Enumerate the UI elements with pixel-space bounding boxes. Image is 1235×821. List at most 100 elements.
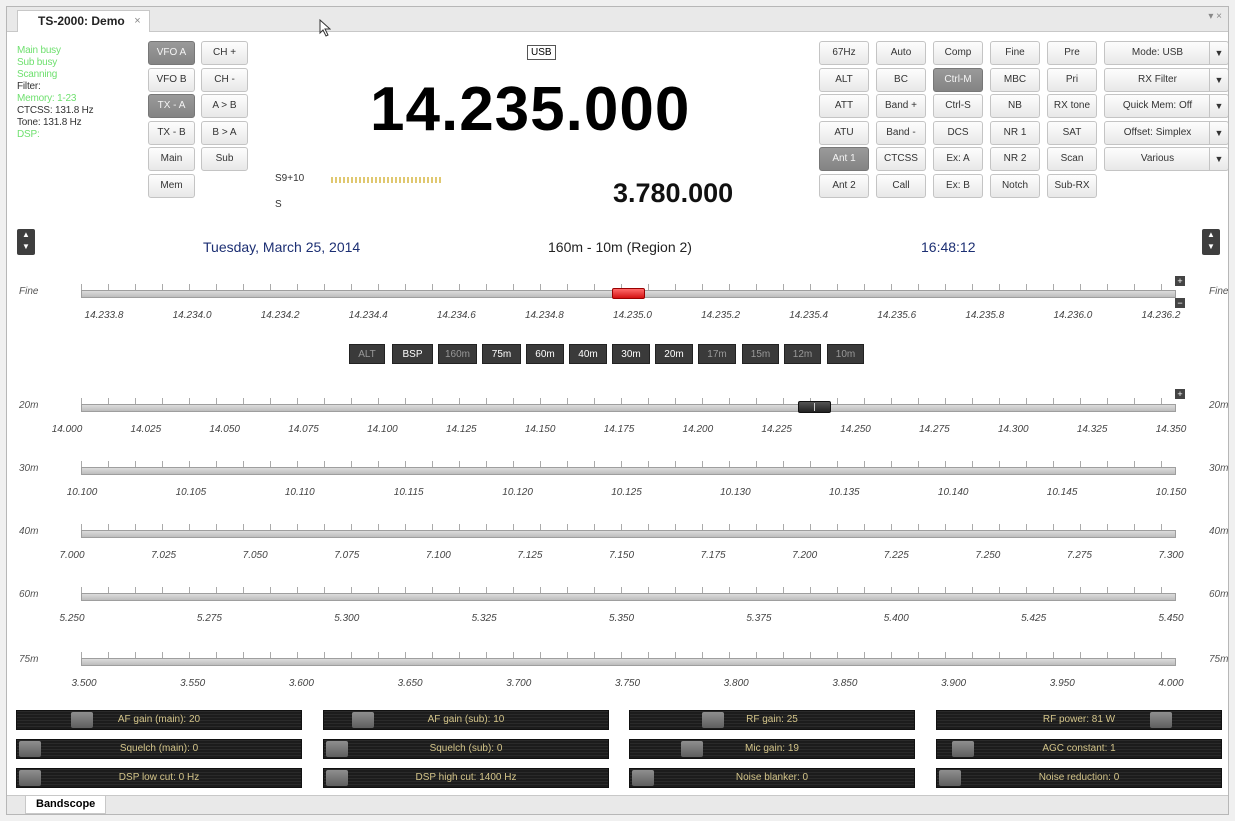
button-tx-b[interactable]: TX - B <box>148 120 195 145</box>
dropdown-quick-mem-off[interactable]: Quick Mem: Off ▼ <box>1104 94 1228 118</box>
dropdown-arrow-icon[interactable]: ▼ <box>1209 95 1228 117</box>
button-ex-b[interactable]: Ex: B <box>933 173 983 198</box>
band-button-60m[interactable]: 60m <box>526 344 564 364</box>
dropdown-mode-usb[interactable]: Mode: USB ▼ <box>1104 41 1228 65</box>
dropdown-arrow-icon[interactable]: ▼ <box>1209 148 1228 170</box>
button-ant-1[interactable]: Ant 1 <box>819 147 869 171</box>
button-pre[interactable]: Pre <box>1047 41 1097 65</box>
button-a-b[interactable]: A > B <box>201 94 248 118</box>
slider-dsp-high-cut[interactable]: DSP high cut: 1400 Hz <box>323 768 609 788</box>
band-button-alt[interactable]: ALT <box>349 344 385 364</box>
dropdown-arrow-icon[interactable]: ▼ <box>1209 121 1228 144</box>
band-button-20m[interactable]: 20m <box>655 344 693 364</box>
band-zoom-in-icon[interactable]: + <box>1175 389 1185 399</box>
fine-scale-tick-label: 14.235.6 <box>877 310 917 321</box>
zoom-out-icon[interactable]: − <box>1175 298 1185 308</box>
slider-dsp-low-cut[interactable]: DSP low cut: 0 Hz <box>16 768 302 788</box>
dropdown-arrow-icon[interactable]: ▼ <box>1209 68 1228 91</box>
button-vfo-a[interactable]: VFO A <box>148 41 195 65</box>
fine-scale-tick-label: 14.236.2 <box>1141 310 1181 321</box>
button-nr-1[interactable]: NR 1 <box>990 120 1040 145</box>
scroll-up-down-left-icon[interactable]: ▲ ▼ <box>17 229 35 255</box>
slider-noise-reduction[interactable]: Noise reduction: 0 <box>936 768 1222 788</box>
button-scan[interactable]: Scan <box>1047 147 1097 171</box>
slider-label: RF gain: 25 <box>746 714 798 725</box>
button-band[interactable]: Band - <box>876 120 926 145</box>
button-bc[interactable]: BC <box>876 67 926 92</box>
button-pri[interactable]: Pri <box>1047 67 1097 92</box>
button-67hz[interactable]: 67Hz <box>819 41 869 65</box>
band-30m-scale-track[interactable] <box>81 467 1176 475</box>
button-nb[interactable]: NB <box>990 94 1040 118</box>
button-b-a[interactable]: B > A <box>201 120 248 145</box>
button-call[interactable]: Call <box>876 173 926 198</box>
button-atu[interactable]: ATU <box>819 120 869 145</box>
button-alt[interactable]: ALT <box>819 67 869 92</box>
slider-af-gain-main[interactable]: AF gain (main): 20 <box>16 710 302 730</box>
smeter-value: S9+10 <box>275 173 305 184</box>
band-button-17m[interactable]: 17m <box>698 344 736 364</box>
tab-bandscope[interactable]: Bandscope <box>25 796 107 814</box>
band-button-12m[interactable]: 12m <box>784 344 821 364</box>
slider-mic-gain[interactable]: Mic gain: 19 <box>629 739 915 759</box>
button-ch[interactable]: CH - <box>201 67 248 92</box>
button-mem[interactable]: Mem <box>148 173 195 198</box>
band-20m-tuning-handle[interactable] <box>798 401 831 413</box>
dropdown-various[interactable]: Various ▼ <box>1104 147 1228 171</box>
slider-noise-blanker[interactable]: Noise blanker: 0 <box>629 768 915 788</box>
button-vfo-b[interactable]: VFO B <box>148 67 195 92</box>
button-sub[interactable]: Sub <box>201 147 248 171</box>
band-40m-scale-tick-label: 7.100 <box>425 550 451 561</box>
main-frequency-display[interactable]: 14.235.000 <box>370 75 690 145</box>
band-40m-scale-track[interactable] <box>81 530 1176 538</box>
button-dcs[interactable]: DCS <box>933 120 983 145</box>
button-ant-2[interactable]: Ant 2 <box>819 173 869 198</box>
button-sat[interactable]: SAT <box>1047 120 1097 145</box>
button-mbc[interactable]: MBC <box>990 67 1040 92</box>
window-controls[interactable]: ▾ × <box>1208 11 1222 22</box>
button-main[interactable]: Main <box>148 147 195 171</box>
band-20m-scale-track[interactable] <box>81 404 1176 412</box>
band-button-40m[interactable]: 40m <box>569 344 607 364</box>
dropdown-offset-simplex[interactable]: Offset: Simplex ▼ <box>1104 120 1228 145</box>
button-ctcss[interactable]: CTCSS <box>876 147 926 171</box>
button-band[interactable]: Band + <box>876 94 926 118</box>
sub-frequency-display[interactable]: 3.780.000 <box>613 177 733 209</box>
button-comp[interactable]: Comp <box>933 41 983 65</box>
slider-agc-constant[interactable]: AGC constant: 1 <box>936 739 1222 759</box>
slider-rf-gain[interactable]: RF gain: 25 <box>629 710 915 730</box>
fine-tuning-handle[interactable] <box>612 288 645 299</box>
band-75m-scale-track[interactable] <box>81 658 1176 666</box>
button-auto[interactable]: Auto <box>876 41 926 65</box>
band-button-30m[interactable]: 30m <box>612 344 650 364</box>
button-sub-rx[interactable]: Sub-RX <box>1047 173 1097 198</box>
zoom-in-icon[interactable]: + <box>1175 276 1185 286</box>
button-tx-a[interactable]: TX - A <box>148 94 195 118</box>
band-button-75m[interactable]: 75m <box>482 344 521 364</box>
button-att[interactable]: ATT <box>819 94 869 118</box>
button-ctrl-s[interactable]: Ctrl-S <box>933 94 983 118</box>
button-ch[interactable]: CH + <box>201 41 248 65</box>
button-fine[interactable]: Fine <box>990 41 1040 65</box>
slider-squelch-main[interactable]: Squelch (main): 0 <box>16 739 302 759</box>
band-20m-scale-tick-label: 14.150 <box>524 424 556 435</box>
slider-rf-power[interactable]: RF power: 81 W <box>936 710 1222 730</box>
document-tab[interactable]: TS-2000: Demo × <box>17 10 150 32</box>
band-button-10m[interactable]: 10m <box>827 344 864 364</box>
button-rx-tone[interactable]: RX tone <box>1047 94 1097 118</box>
scroll-up-down-right-icon[interactable]: ▲ ▼ <box>1202 229 1220 255</box>
slider-af-gain-sub[interactable]: AF gain (sub): 10 <box>323 710 609 730</box>
dropdown-rx-filter[interactable]: RX Filter ▼ <box>1104 67 1228 92</box>
button-notch[interactable]: Notch <box>990 173 1040 198</box>
dropdown-arrow-icon[interactable]: ▼ <box>1209 42 1228 64</box>
band-40m-scale-tick-label: 7.225 <box>883 550 909 561</box>
button-ctrl-m[interactable]: Ctrl-M <box>933 67 983 92</box>
band-button-160m[interactable]: 160m <box>438 344 477 364</box>
band-button-15m[interactable]: 15m <box>742 344 779 364</box>
band-button-bsp[interactable]: BSP <box>392 344 433 364</box>
slider-squelch-sub[interactable]: Squelch (sub): 0 <box>323 739 609 759</box>
button-nr-2[interactable]: NR 2 <box>990 147 1040 171</box>
button-ex-a[interactable]: Ex: A <box>933 147 983 171</box>
close-tab-icon[interactable]: × <box>134 11 140 31</box>
band-60m-scale-track[interactable] <box>81 593 1176 601</box>
